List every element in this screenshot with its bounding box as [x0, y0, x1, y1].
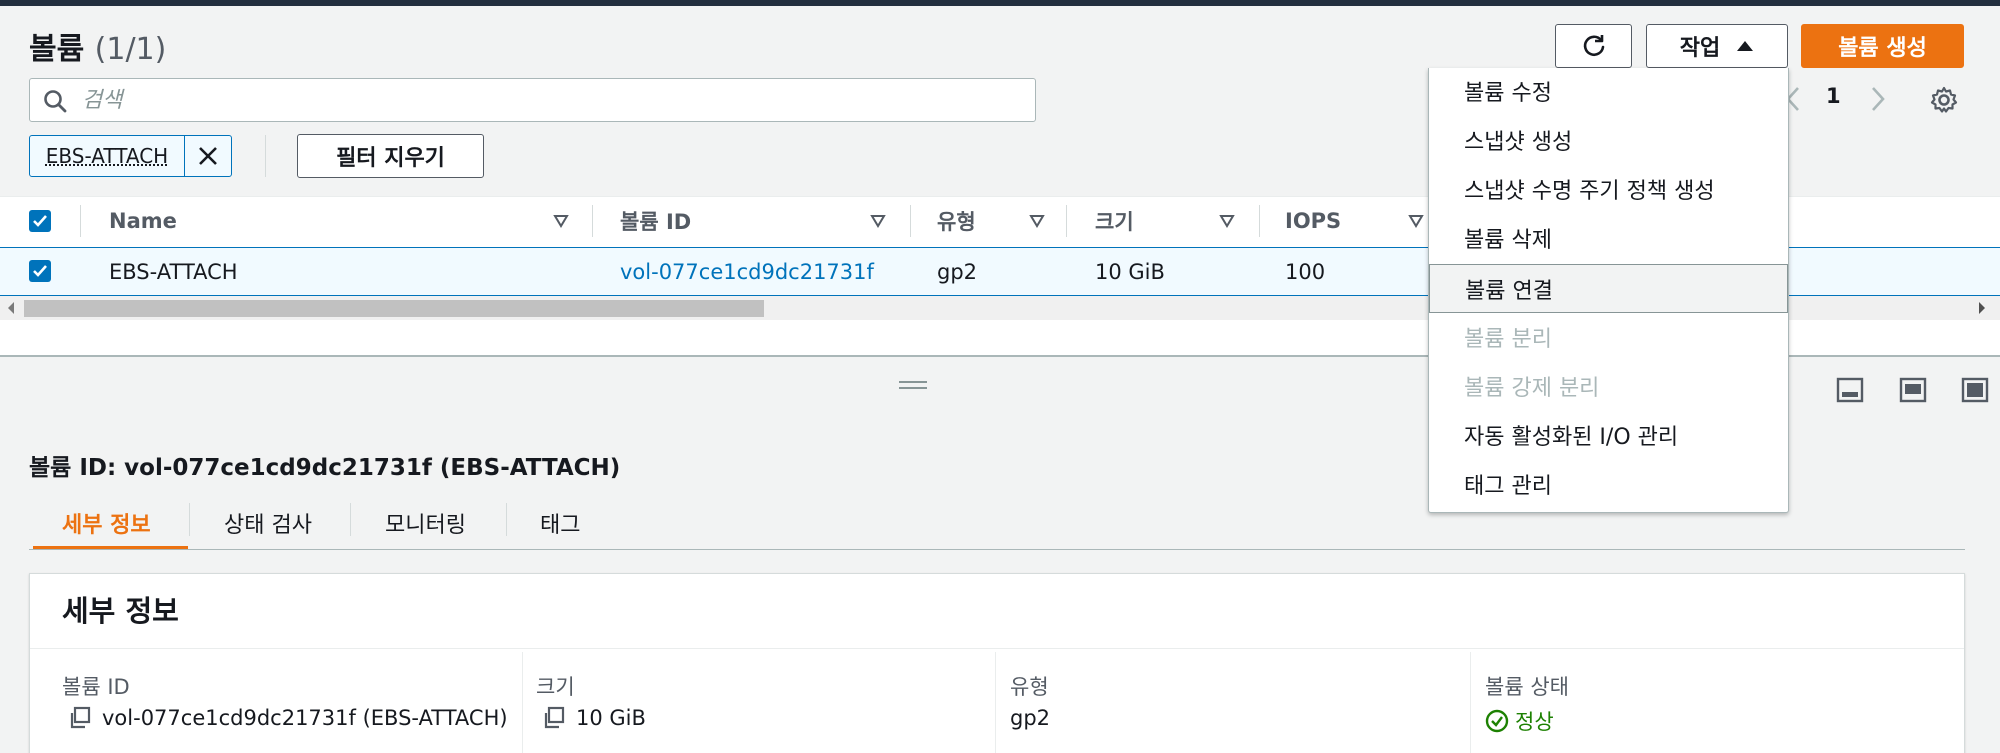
column-divider	[1259, 205, 1260, 237]
column-header-size[interactable]: 크기	[1095, 196, 1134, 246]
field-value-size-text: 10 GiB	[576, 706, 646, 730]
detail-heading: 볼륨 ID: vol-077ce1cd9dc21731f (EBS-ATTACH…	[29, 455, 621, 481]
selection-count: (1/1)	[94, 32, 167, 67]
panel-side-icon[interactable]	[1899, 377, 1927, 403]
field-label-volume-id: 볼륨 ID	[62, 675, 130, 699]
column-divider	[522, 652, 523, 753]
search-field[interactable]	[29, 78, 1036, 122]
field-value-volume-status-text: 정상	[1515, 710, 1554, 734]
menu-item-force-detach-volume: 볼륨 강제 분리	[1464, 375, 1600, 401]
create-volume-label: 볼륨 생성	[1838, 36, 1927, 61]
cell-size: 10 GiB	[1095, 259, 1165, 284]
scroll-left-icon[interactable]	[6, 301, 16, 315]
menu-item-modify-volume[interactable]: 볼륨 수정	[1429, 66, 1788, 115]
column-header-type[interactable]: 유형	[937, 196, 976, 246]
tab-divider	[506, 503, 507, 536]
column-header-name[interactable]: Name	[109, 196, 177, 246]
active-tab-indicator	[33, 546, 188, 549]
caret-up-icon	[1737, 41, 1754, 51]
panel-divider	[30, 648, 1964, 649]
copy-icon[interactable]	[68, 706, 92, 730]
panel-title: 세부 정보	[62, 594, 179, 628]
sort-caret-icon[interactable]	[1219, 214, 1235, 228]
menu-item-attach-volume[interactable]: 볼륨 연결	[1429, 264, 1788, 313]
pagination-next-icon[interactable]	[1870, 86, 1886, 112]
column-header-iops[interactable]: IOPS	[1285, 196, 1341, 246]
search-input[interactable]	[82, 85, 982, 115]
column-divider	[592, 205, 593, 237]
refresh-button[interactable]	[1555, 24, 1632, 68]
tab-status-checks[interactable]: 상태 검사	[224, 498, 312, 548]
tab-divider	[350, 503, 351, 536]
field-value-volume-id-text[interactable]: vol-077ce1cd9dc21731f (EBS-ATTACH)	[102, 706, 508, 730]
column-divider	[995, 652, 996, 753]
menu-item-manage-tags[interactable]: 태그 관리	[1429, 459, 1788, 508]
column-divider	[1470, 652, 1471, 753]
menu-item-create-snapshot[interactable]: 스냅샷 생성	[1429, 115, 1788, 164]
filter-divider	[265, 135, 266, 177]
page-title-text: 볼륨	[29, 32, 85, 67]
field-value-type: gp2	[1010, 706, 1051, 730]
field-label-volume-status: 볼륨 상태	[1485, 675, 1569, 699]
menu-item-delete-volume[interactable]: 볼륨 삭제	[1429, 213, 1788, 262]
column-header-iops-label: IOPS	[1285, 209, 1342, 233]
status-ok-icon	[1485, 709, 1509, 733]
actions-button[interactable]: 작업	[1646, 24, 1788, 68]
tab-divider	[189, 503, 190, 536]
actions-button-label: 작업	[1679, 36, 1721, 61]
scroll-right-icon[interactable]	[1977, 301, 1987, 315]
tab-details[interactable]: 세부 정보	[62, 498, 151, 548]
cell-volume-id-link[interactable]: vol-077ce1cd9dc21731f	[620, 247, 874, 296]
top-bar	[0, 0, 2000, 6]
tabs-baseline	[29, 549, 1965, 550]
column-header-type-label: 유형	[937, 210, 976, 234]
panel-full-icon[interactable]	[1961, 377, 1989, 403]
filter-token: EBS-ATTACH	[29, 135, 232, 177]
check-icon	[33, 265, 47, 277]
search-icon	[44, 90, 67, 113]
field-label-type: 유형	[1010, 675, 1049, 699]
menu-item-manage-auto-enabled-io[interactable]: 자동 활성화된 I/O 관리	[1429, 410, 1788, 459]
tab-monitoring[interactable]: 모니터링	[385, 498, 466, 548]
settings-gear-icon[interactable]	[1930, 86, 1958, 114]
cell-type: gp2	[937, 259, 978, 284]
copy-icon[interactable]	[542, 706, 566, 730]
column-divider	[910, 205, 911, 237]
clear-filters-label: 필터 지우기	[336, 146, 445, 171]
sort-caret-icon[interactable]	[1408, 214, 1424, 228]
close-icon	[199, 147, 217, 165]
filter-token-label: EBS-ATTACH	[30, 136, 185, 176]
cell-name: EBS-ATTACH	[109, 259, 238, 284]
field-value-volume-id[interactable]: vol-077ce1cd9dc21731f (EBS-ATTACH)	[68, 706, 508, 730]
clear-filters-button[interactable]: 필터 지우기	[297, 134, 484, 178]
tab-tags[interactable]: 태그	[540, 498, 580, 548]
column-divider	[1066, 205, 1067, 237]
menu-item-detach-volume: 볼륨 분리	[1464, 326, 1552, 352]
sort-caret-icon[interactable]	[870, 214, 886, 228]
column-header-name-label: Name	[109, 209, 177, 233]
row-checkbox[interactable]	[29, 260, 51, 282]
filter-token-remove-button[interactable]	[185, 136, 231, 176]
sort-caret-icon[interactable]	[1029, 214, 1045, 228]
field-value-size: 10 GiB	[542, 706, 646, 730]
field-label-size: 크기	[536, 675, 575, 699]
column-header-size-label: 크기	[1095, 210, 1134, 234]
field-value-volume-status: 정상	[1485, 706, 1554, 736]
column-header-volume-id-label: 볼륨 ID	[620, 210, 692, 234]
column-divider	[80, 205, 81, 237]
resize-grip-icon[interactable]	[899, 381, 927, 393]
scrollbar-thumb[interactable]	[24, 300, 764, 317]
page-title: 볼륨 (1/1)	[29, 24, 166, 68]
panel-bottom-icon[interactable]	[1836, 377, 1864, 403]
create-volume-button[interactable]: 볼륨 생성	[1801, 24, 1964, 68]
select-all-checkbox[interactable]	[29, 210, 51, 232]
cell-iops: 100	[1285, 259, 1326, 284]
pagination-current-page[interactable]: 1	[1826, 84, 1841, 108]
check-icon	[33, 215, 47, 227]
column-header-volume-id[interactable]: 볼륨 ID	[620, 196, 691, 246]
sort-caret-icon[interactable]	[553, 214, 569, 228]
refresh-icon	[1583, 35, 1604, 57]
menu-item-create-lifecycle-policy[interactable]: 스냅샷 수명 주기 정책 생성	[1429, 164, 1788, 213]
